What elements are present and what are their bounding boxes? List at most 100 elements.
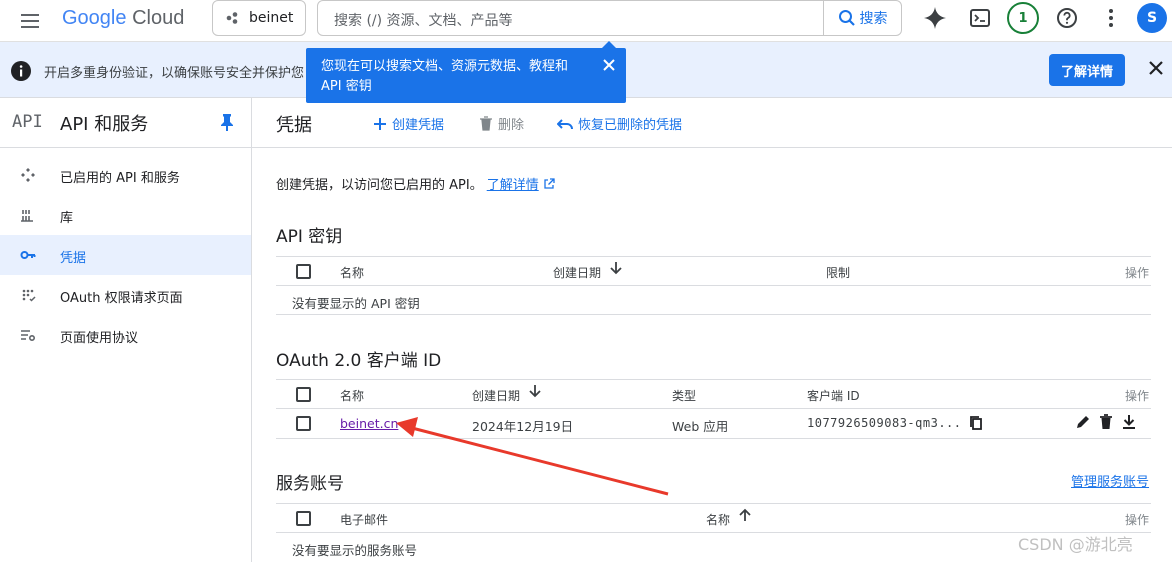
col-actions: 操作 [1124,513,1149,527]
api-keys-title: API 密钥 [276,227,343,247]
select-all-checkbox[interactable] [296,511,311,526]
table-row: beinet.cn 2024年12月19日 Web 应用 10779265090… [276,409,1151,439]
restore-deleted-button[interactable]: 恢复已删除的凭据 [557,114,682,133]
intro-learn-more-link[interactable]: 了解详情 [487,178,539,193]
trash-icon [480,116,492,131]
col-name[interactable]: 名称 [340,264,364,281]
sidebar-item-enabled-apis[interactable]: 已启用的 API 和服务 [0,155,251,195]
banner-text: 开启多重身份验证，以确保账号安全并保护您 [44,66,305,81]
logo-cloud-text: Cloud [132,7,185,29]
sidebar-item-label: OAuth 权限请求页面 [60,291,183,306]
sort-arrow-down-icon[interactable] [610,261,622,278]
empty-message: 没有要显示的服务账号 [292,543,418,558]
help-icon[interactable] [1054,5,1080,31]
menu-icon[interactable] [18,9,42,33]
search-input[interactable]: 搜索 (/) 资源、文档、产品等 [334,10,513,30]
page-title: 凭据 [276,115,312,136]
project-dots-icon [226,12,238,24]
row-actions [1075,414,1137,433]
intro-text-row: 创建凭据，以访问您已启用的 API。 了解详情 [276,174,555,193]
info-icon [10,60,32,86]
create-credentials-label: 创建凭据 [392,118,445,133]
sidebar-item-credentials[interactable]: 凭据 [0,235,251,275]
google-cloud-logo[interactable]: Google Cloud [62,6,184,30]
edit-icon[interactable] [1075,414,1091,433]
sidebar-item-page-usage[interactable]: 页面使用协议 [0,315,251,355]
select-all-checkbox[interactable] [296,264,311,279]
api-logo-icon: API [12,112,43,132]
sort-arrow-up-icon[interactable] [739,508,751,525]
sidebar-item-label: 页面使用协议 [60,331,139,346]
select-all-checkbox[interactable] [296,387,311,402]
service-accounts-title: 服务账号 [276,474,344,494]
copy-icon[interactable] [969,415,983,434]
cloud-shell-icon[interactable] [967,5,993,31]
avatar[interactable]: S [1137,3,1167,33]
sidebar-header: API API 和服务 [0,98,251,148]
pin-icon[interactable] [220,113,234,135]
create-credentials-button[interactable]: 创建凭据 [373,114,444,133]
gemini-icon[interactable] [922,5,948,31]
oauth-title: OAuth 2.0 客户端 ID [276,351,442,371]
search-button-label: 搜索 [859,11,888,27]
settings-list-icon [20,327,36,343]
client-name-link[interactable]: beinet.cn [340,416,398,431]
sidebar-item-library[interactable]: 库 [0,195,251,235]
client-type: Web 应用 [672,419,729,434]
sidebar-item-label: 库 [60,211,74,226]
sidebar-item-label: 已启用的 API 和服务 [60,171,180,186]
client-created-date: 2024年12月19日 [472,419,574,434]
col-client-id[interactable]: 客户端 ID [807,387,860,404]
delete-label: 删除 [498,118,525,133]
undo-icon [557,118,573,129]
watermark: CSDN @游北亮 [1018,535,1133,554]
search-bar[interactable]: 搜索 (/) 资源、文档、产品等 搜索 [317,0,902,36]
col-type[interactable]: 类型 [672,387,696,404]
external-link-icon [544,178,555,189]
more-vert-icon[interactable] [1098,5,1124,31]
col-created[interactable]: 创建日期 [553,264,601,281]
plus-icon [374,117,386,130]
sidebar-item-label: 凭据 [60,251,87,266]
tooltip-text: 您现在可以搜索文档、资源元数据、教程和 API 密钥 [321,59,569,94]
sort-arrow-down-icon[interactable] [529,384,541,401]
sidebar: API API 和服务 已启用的 API 和服务 库 凭据 OAuth 权限请求… [0,98,252,562]
table-header: 名称 创建日期 类型 客户端 ID 操作 [276,379,1151,409]
empty-message: 没有要显示的 API 密钥 [292,296,420,311]
library-icon [20,207,36,223]
col-actions: 操作 [1124,266,1149,280]
sidebar-item-oauth-consent[interactable]: OAuth 权限请求页面 [0,275,251,315]
intro-text: 创建凭据，以访问您已启用的 API。 [276,178,483,193]
delete-button[interactable]: 删除 [479,114,524,133]
search-icon [838,10,855,26]
delete-icon[interactable] [1099,414,1113,433]
col-name[interactable]: 名称 [706,511,730,528]
close-icon[interactable] [1146,58,1166,82]
row-checkbox[interactable] [296,416,311,431]
tooltip-close-icon[interactable] [602,58,616,79]
search-tooltip: 您现在可以搜索文档、资源元数据、教程和 API 密钥 [306,41,626,103]
project-name: beinet [249,10,294,26]
logo-google-text: Google [62,7,127,29]
sidebar-title: API 和服务 [60,114,149,135]
main-header: 凭据 创建凭据 删除 恢复已删除的凭据 [252,98,1172,148]
intro-link-label: 了解详情 [486,178,539,193]
manage-service-accounts-link[interactable]: 管理服务账号 [1071,471,1149,490]
consent-icon [20,287,36,303]
col-email[interactable]: 电子邮件 [340,511,388,528]
table-header: 名称 创建日期 限制 操作 [276,256,1151,286]
client-id-value: 1077926509083-qm3... [807,416,962,430]
notification-badge[interactable]: 1 [1007,2,1039,34]
col-restriction: 限制 [826,266,851,280]
search-button[interactable]: 搜索 [823,1,901,35]
table-header: 电子邮件 名称 操作 [276,503,1151,533]
download-icon[interactable] [1121,414,1137,433]
col-created[interactable]: 创建日期 [472,387,520,404]
diamond-grid-icon [20,167,36,183]
key-icon [20,247,36,263]
restore-label: 恢复已删除的凭据 [578,118,683,133]
col-name[interactable]: 名称 [340,387,364,404]
project-picker[interactable]: beinet [212,0,306,36]
learn-more-button[interactable]: 了解详情 [1049,54,1125,86]
col-actions: 操作 [1124,389,1149,403]
